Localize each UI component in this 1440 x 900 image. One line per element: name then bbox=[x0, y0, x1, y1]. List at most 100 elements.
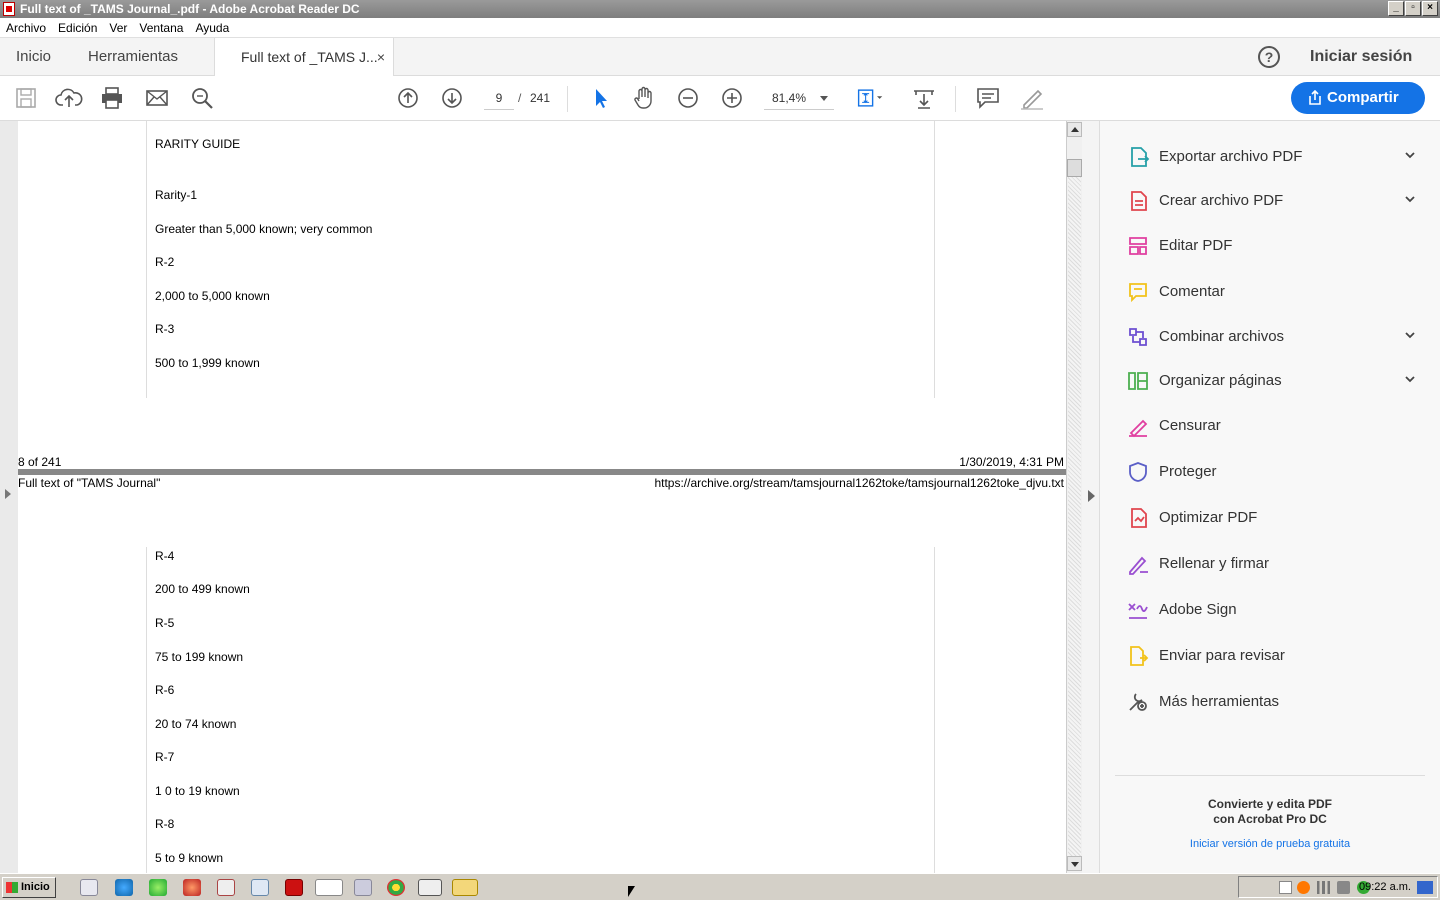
tool-item[interactable]: Combinar archivos bbox=[1124, 323, 1424, 351]
network-icon[interactable] bbox=[1317, 881, 1330, 894]
promo-line-2: con Acrobat Pro DC bbox=[1213, 812, 1327, 826]
volume-icon[interactable] bbox=[1337, 881, 1350, 894]
chevron-down-icon[interactable] bbox=[1404, 329, 1416, 341]
close-window-button[interactable]: × bbox=[1422, 1, 1438, 16]
arrow-up-icon bbox=[1071, 127, 1079, 132]
select-cursor-icon[interactable] bbox=[587, 85, 615, 111]
tool-item[interactable]: Exportar archivo PDF bbox=[1124, 143, 1424, 171]
page-separator: / bbox=[518, 91, 522, 105]
collapse-pane-icon[interactable] bbox=[1088, 490, 1095, 502]
signin-button[interactable]: Iniciar sesión bbox=[1310, 38, 1412, 76]
toolbar-divider bbox=[567, 86, 568, 112]
tab-close-icon[interactable]: × bbox=[377, 38, 385, 76]
tool-item-label: Organizar páginas bbox=[1159, 372, 1282, 389]
tool-item[interactable]: Editar PDF bbox=[1124, 232, 1424, 260]
tool-item[interactable]: Enviar para revisar bbox=[1124, 642, 1424, 670]
tool-item-label: Crear archivo PDF bbox=[1159, 192, 1284, 209]
scroll-track[interactable] bbox=[1068, 177, 1081, 857]
desktop-icon[interactable] bbox=[80, 879, 98, 896]
document-view[interactable]: RARITY GUIDE Rarity-1 Greater than 5,000… bbox=[0, 121, 1066, 873]
app-calc-icon[interactable] bbox=[418, 879, 442, 896]
folder-icon[interactable] bbox=[452, 879, 478, 896]
email-icon[interactable] bbox=[143, 85, 171, 111]
acrobat-taskbar-icon[interactable] bbox=[285, 879, 303, 896]
help-icon[interactable]: ? bbox=[1258, 46, 1280, 68]
taskbar: Inicio 09:22 a.m. bbox=[0, 873, 1440, 900]
tab-document-label: Full text of _TAMS J... bbox=[241, 49, 378, 65]
doc-line: R-7 bbox=[155, 750, 175, 764]
chrome-icon[interactable] bbox=[387, 879, 405, 896]
zoom-level-select[interactable]: 81,4% bbox=[764, 86, 834, 110]
expand-left-panel-icon[interactable] bbox=[5, 489, 11, 499]
zoom-out-icon[interactable] bbox=[674, 85, 702, 111]
tab-home[interactable]: Inicio bbox=[16, 38, 51, 76]
draw-pen-icon[interactable] bbox=[1018, 85, 1046, 111]
scroll-thumb[interactable] bbox=[1067, 159, 1082, 177]
previous-page-icon[interactable] bbox=[394, 85, 422, 111]
tool-item[interactable]: Optimizar PDF bbox=[1124, 504, 1424, 532]
doc-line: 500 to 1,999 known bbox=[155, 356, 260, 370]
tool-item[interactable]: Organizar páginas bbox=[1124, 367, 1424, 395]
start-button[interactable]: Inicio bbox=[2, 877, 56, 898]
page-number-input[interactable]: 9 bbox=[484, 86, 514, 110]
organize-pages-icon bbox=[1128, 372, 1148, 390]
tool-item[interactable]: Más herramientas bbox=[1124, 688, 1424, 716]
print-icon[interactable] bbox=[98, 85, 126, 111]
doc-line: RARITY GUIDE bbox=[155, 137, 241, 151]
tool-item-label: Enviar para revisar bbox=[1159, 647, 1285, 664]
tool-item[interactable]: Adobe Sign bbox=[1124, 596, 1424, 624]
app-printer-icon[interactable] bbox=[354, 879, 372, 896]
chevron-down-icon[interactable] bbox=[1404, 373, 1416, 385]
doc-line: Greater than 5,000 known; very common bbox=[155, 222, 373, 236]
vertical-scrollbar[interactable] bbox=[1066, 121, 1082, 873]
scroll-mode-icon[interactable] bbox=[910, 85, 938, 111]
tool-item-label: Más herramientas bbox=[1159, 693, 1280, 710]
menu-archivo[interactable]: Archivo bbox=[6, 18, 46, 37]
active-window-icon[interactable] bbox=[315, 879, 343, 896]
app-green-icon[interactable] bbox=[149, 879, 167, 896]
app-note-icon[interactable] bbox=[251, 879, 269, 896]
menu-ayuda[interactable]: Ayuda bbox=[195, 18, 229, 37]
menu-edicion[interactable]: Edición bbox=[58, 18, 97, 37]
tool-item[interactable]: Rellenar y firmar bbox=[1124, 550, 1424, 578]
optimize-pdf-icon bbox=[1131, 508, 1147, 528]
show-desktop-icon[interactable] bbox=[1417, 881, 1433, 894]
free-trial-link[interactable]: Iniciar versión de prueba gratuita bbox=[1100, 838, 1440, 850]
app-doc-icon[interactable] bbox=[217, 879, 235, 896]
next-page-icon[interactable] bbox=[438, 85, 466, 111]
tool-item[interactable]: Proteger bbox=[1124, 458, 1424, 486]
app-red-icon[interactable] bbox=[183, 879, 201, 896]
tab-document[interactable]: Full text of _TAMS J... × bbox=[214, 38, 394, 77]
save-icon[interactable] bbox=[12, 85, 40, 111]
tab-tools[interactable]: Herramientas bbox=[88, 38, 178, 76]
tool-item[interactable]: Censurar bbox=[1124, 412, 1424, 440]
minimize-button[interactable]: _ bbox=[1388, 1, 1404, 16]
tray-app-icon[interactable] bbox=[1297, 881, 1310, 894]
doc-line: R-3 bbox=[155, 322, 175, 336]
share-button[interactable]: Compartir bbox=[1291, 82, 1425, 114]
scroll-up-button[interactable] bbox=[1067, 122, 1082, 137]
comment-icon[interactable] bbox=[974, 85, 1002, 111]
upload-cloud-icon[interactable] bbox=[55, 85, 83, 111]
page-9-content bbox=[146, 547, 935, 873]
search-icon[interactable] bbox=[188, 85, 216, 111]
tools-pane-collapse[interactable] bbox=[1082, 121, 1100, 873]
chevron-down-icon[interactable] bbox=[1404, 193, 1416, 205]
tool-item-label: Optimizar PDF bbox=[1159, 509, 1258, 526]
maximize-button[interactable]: ▫ bbox=[1405, 1, 1421, 16]
ie-browser-icon[interactable] bbox=[115, 879, 133, 896]
send-review-icon bbox=[1130, 646, 1149, 666]
zoom-in-icon[interactable] bbox=[718, 85, 746, 111]
tray-arrow-icon[interactable] bbox=[1279, 881, 1292, 894]
page-fit-icon[interactable] bbox=[856, 85, 884, 111]
hand-tool-icon[interactable] bbox=[630, 85, 658, 111]
tool-item[interactable]: Crear archivo PDF bbox=[1124, 187, 1424, 215]
tool-item[interactable]: Comentar bbox=[1124, 278, 1424, 306]
menu-ver[interactable]: Ver bbox=[109, 18, 127, 37]
menu-ventana[interactable]: Ventana bbox=[139, 18, 183, 37]
chevron-down-icon[interactable] bbox=[1404, 149, 1416, 161]
doc-line: R-5 bbox=[155, 616, 175, 630]
clock: 09:22 a.m. bbox=[1359, 881, 1411, 893]
doc-line: 75 to 199 known bbox=[155, 650, 244, 664]
scroll-down-button[interactable] bbox=[1067, 856, 1082, 871]
